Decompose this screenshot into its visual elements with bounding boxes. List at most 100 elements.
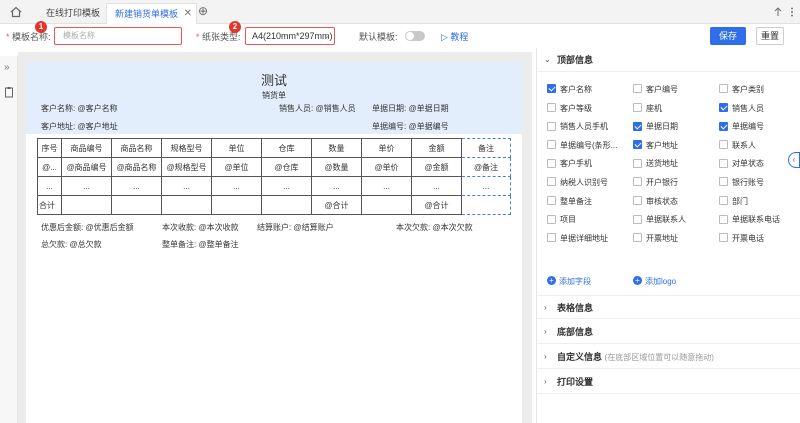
checkbox-unchecked[interactable]	[719, 158, 728, 168]
checkbox-unchecked[interactable]	[547, 214, 556, 224]
table-cell[interactable]: @金额	[411, 157, 462, 177]
table-cell[interactable]: @...	[37, 157, 62, 177]
table-cell[interactable]: @单位	[211, 157, 262, 177]
field-checkbox-item[interactable]: 单据联系人	[633, 213, 686, 227]
table-cell[interactable]: @规格型号	[161, 157, 212, 177]
field-checkbox-item[interactable]: 开票地址	[633, 232, 678, 246]
field-checkbox-item[interactable]: 座机	[633, 102, 662, 116]
close-icon[interactable]: ✕	[184, 4, 192, 24]
table-cell[interactable]: @商品名称	[111, 157, 162, 177]
tab-online-print-template[interactable]: 在线打印模板	[38, 3, 108, 24]
field-checkbox-item[interactable]: 项目	[547, 213, 576, 227]
checkbox-unchecked[interactable]	[719, 214, 728, 224]
table-cell[interactable]: @数量	[311, 157, 362, 177]
field-checkbox-item[interactable]: 部门	[719, 195, 748, 209]
table-cell[interactable]: @合计	[311, 195, 362, 215]
field-total-owed[interactable]: 总欠款: @总欠款	[41, 239, 102, 250]
clipboard-icon[interactable]	[3, 86, 15, 98]
field-checkbox-item[interactable]: 单据编号	[719, 120, 764, 134]
table-cell[interactable]	[211, 195, 262, 215]
table-cell[interactable]: ...	[361, 176, 412, 196]
field-checkbox-item[interactable]: 客户等级	[547, 102, 592, 116]
header-area[interactable]: 测试 销货单 客户名称: @客户名称 销售人员: @销售人员 单据日期: @单据…	[26, 62, 522, 134]
table-cell[interactable]	[61, 195, 112, 215]
table-cell[interactable]: ...	[161, 176, 212, 196]
checkbox-unchecked[interactable]	[633, 84, 642, 94]
section-bottom-info[interactable]: › 底部信息	[537, 320, 800, 344]
field-checkbox-item[interactable]: 纳税人识别号	[547, 176, 608, 190]
checkbox-unchecked[interactable]	[633, 195, 642, 205]
table-header-cell[interactable]: 商品编号	[61, 138, 112, 158]
table-cell[interactable]	[161, 195, 212, 215]
checkbox-checked[interactable]	[633, 121, 642, 131]
field-checkbox-item[interactable]: 销售人员手机	[547, 120, 608, 134]
table-cell[interactable]: @商品编号	[61, 157, 112, 177]
checkbox-unchecked[interactable]	[633, 177, 642, 187]
field-checkbox-item[interactable]: 联系人	[719, 139, 756, 153]
checkbox-unchecked[interactable]	[547, 140, 556, 150]
field-checkbox-item[interactable]: 银行账号	[719, 176, 764, 190]
home-icon[interactable]	[8, 4, 24, 20]
add-tab-icon[interactable]: ⊕	[198, 4, 212, 18]
table-cell[interactable]: ...	[211, 176, 262, 196]
table-cell[interactable]: @单价	[361, 157, 412, 177]
table-header-cell[interactable]: 单价	[361, 138, 412, 158]
table-cell[interactable]: ...	[461, 176, 511, 196]
table-cell[interactable]	[111, 195, 162, 215]
checkbox-checked[interactable]	[719, 121, 728, 131]
checkbox-unchecked[interactable]	[719, 140, 728, 150]
checkbox-unchecked[interactable]	[719, 84, 728, 94]
expand-icon[interactable]: »	[4, 62, 16, 74]
field-discount-amount[interactable]: 优惠后金额: @优惠后金额	[41, 222, 134, 233]
field-checkbox-item[interactable]: 对单状态	[719, 157, 764, 171]
tab-new-sales-template[interactable]: 新建销货单模板 ✕	[106, 3, 198, 24]
save-button[interactable]: 保存	[710, 27, 746, 45]
checkbox-unchecked[interactable]	[547, 158, 556, 168]
field-order-remark[interactable]: 整单备注: @整单备注	[162, 239, 239, 250]
table-cell[interactable]	[461, 195, 511, 215]
checkbox-unchecked[interactable]	[719, 195, 728, 205]
more-icon[interactable]	[786, 6, 798, 18]
table-header-cell[interactable]: 规格型号	[161, 138, 212, 158]
field-customer-name[interactable]: 客户名称: @客户名称	[41, 103, 118, 114]
template-name-input[interactable]: 模板名称	[54, 27, 182, 45]
checkbox-unchecked[interactable]	[547, 121, 556, 131]
checkbox-checked[interactable]	[633, 140, 642, 150]
field-doc-date[interactable]: 单据日期: @单据日期	[372, 103, 449, 114]
field-checkbox-item[interactable]: 单据编号(条形...	[547, 139, 617, 153]
table-header-cell[interactable]: 金额	[411, 138, 462, 158]
field-checkbox-item[interactable]: 单据详细地址	[547, 232, 608, 246]
default-template-toggle[interactable]	[405, 31, 425, 41]
checkbox-unchecked[interactable]	[719, 233, 728, 243]
side-handle-icon[interactable]: ‹	[788, 152, 800, 168]
field-checkbox-item[interactable]: 客户手机	[547, 157, 592, 171]
table-header-cell[interactable]: 商品名称	[111, 138, 162, 158]
field-checkbox-item[interactable]: 审核状态	[633, 195, 678, 209]
table-cell[interactable]: ...	[261, 176, 312, 196]
table-cell[interactable]: @备注	[461, 157, 511, 177]
checkbox-unchecked[interactable]	[633, 233, 642, 243]
checkbox-checked[interactable]	[547, 84, 556, 94]
field-settlement-account[interactable]: 结算账户: @结算账户	[257, 222, 334, 233]
field-salesperson[interactable]: 销售人员: @销售人员	[279, 103, 356, 114]
table-cell[interactable]: ...	[61, 176, 112, 196]
table-cell[interactable]: ...	[37, 176, 62, 196]
table-cell[interactable]: ...	[111, 176, 162, 196]
checkbox-unchecked[interactable]	[547, 233, 556, 243]
paper-type-select[interactable]: A4(210mm*297mm) ⌄	[245, 27, 335, 45]
checkbox-unchecked[interactable]	[633, 158, 642, 168]
table-cell[interactable]: @合计	[411, 195, 462, 215]
field-checkbox-item[interactable]: 单据联系电话	[719, 213, 780, 227]
add-field-link[interactable]: + 添加字段	[547, 276, 591, 287]
field-owed[interactable]: 本次欠款: @本次欠款	[396, 222, 473, 233]
field-checkbox-item[interactable]: 整单备注	[547, 195, 592, 209]
field-checkbox-item[interactable]: 销售人员	[719, 102, 764, 116]
checkbox-unchecked[interactable]	[547, 102, 556, 112]
table-cell[interactable]: @仓库	[261, 157, 312, 177]
checkbox-unchecked[interactable]	[633, 214, 642, 224]
table-cell[interactable]	[261, 195, 312, 215]
checkbox-unchecked[interactable]	[633, 102, 642, 112]
checkbox-unchecked[interactable]	[719, 177, 728, 187]
table-header-cell[interactable]: 单位	[211, 138, 262, 158]
checkbox-unchecked[interactable]	[547, 195, 556, 205]
